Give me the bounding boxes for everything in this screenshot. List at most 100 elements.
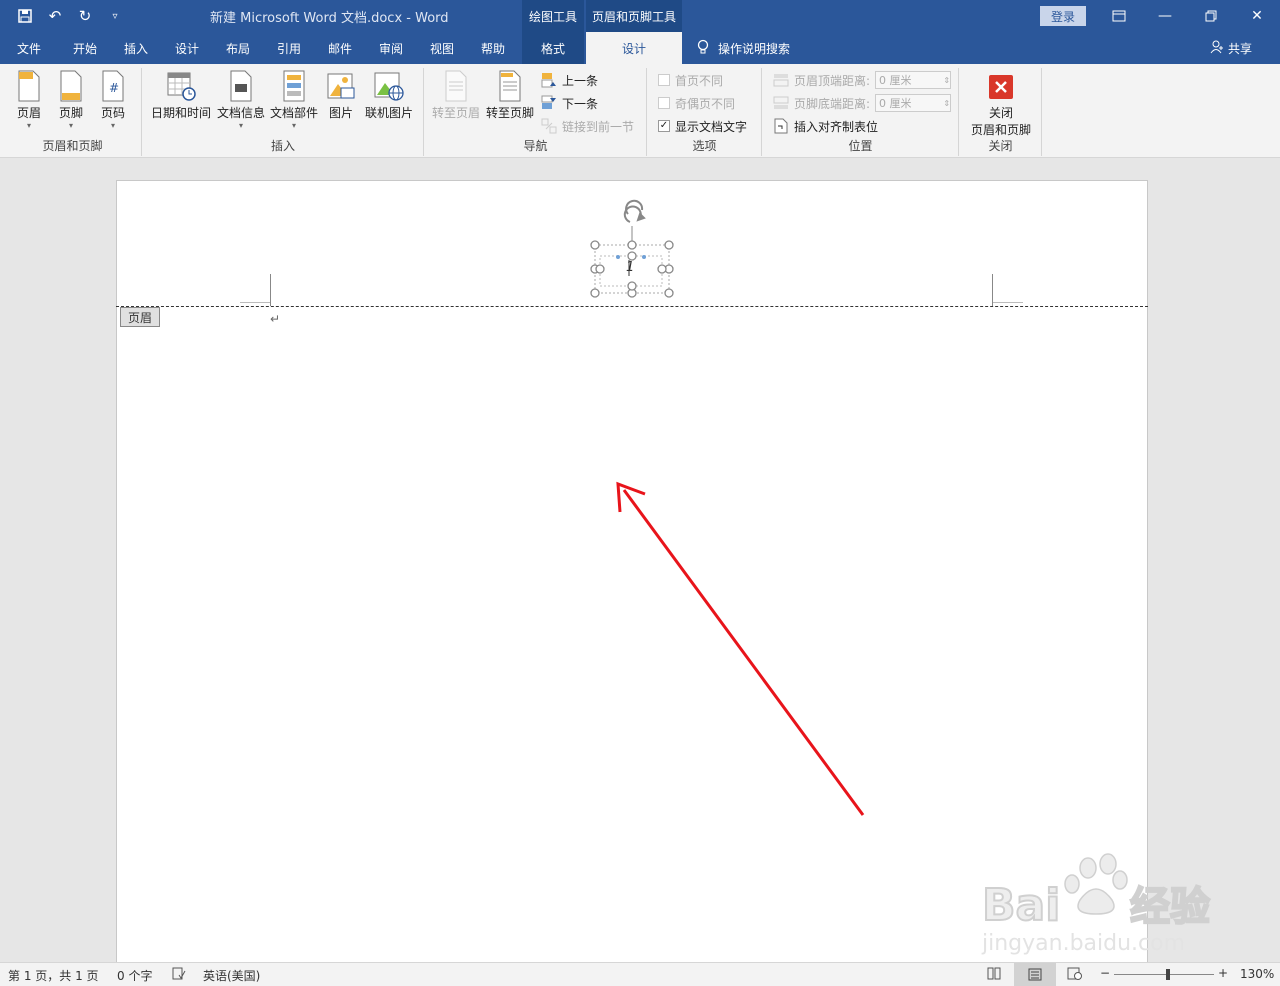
doc-parts-button[interactable]: 文档部件 ▾ — [269, 70, 319, 131]
doc-info-button[interactable]: 文档信息 ▾ — [215, 70, 267, 131]
page-number-textbox[interactable] — [586, 196, 682, 302]
header-button[interactable]: 页眉 ▾ — [12, 70, 46, 131]
svg-text:Bai: Bai — [982, 880, 1060, 931]
redo-icon[interactable]: ↻ — [74, 6, 96, 26]
print-layout-icon[interactable] — [1014, 963, 1056, 986]
restore-icon[interactable] — [1188, 0, 1234, 32]
align-tab-icon — [774, 118, 788, 134]
undo-icon[interactable]: ↶ — [44, 6, 66, 26]
tab-help[interactable]: 帮助 — [470, 32, 516, 64]
header-footer-tools-label: 页眉和页脚工具 — [586, 0, 682, 32]
save-icon[interactable] — [14, 6, 36, 26]
zoom-slider-track[interactable] — [1114, 974, 1214, 975]
header-position-icon — [773, 74, 789, 87]
title-bar: ↶ ↻ ▿ 新建 Microsoft Word 文档.docx - Word 绘… — [0, 0, 1280, 32]
ribbon-display-options-icon[interactable] — [1096, 0, 1142, 32]
proofing-icon[interactable] — [172, 967, 186, 983]
next-section-icon — [541, 95, 556, 109]
doc-info-icon — [230, 70, 252, 102]
svg-text:jingyan.baidu.com: jingyan.baidu.com — [981, 931, 1185, 956]
word-count-status[interactable]: 0 个字 — [117, 967, 152, 984]
goto-header-button[interactable]: 转至页眉 — [431, 70, 481, 121]
crop-mark — [240, 302, 270, 303]
tab-references[interactable]: 引用 — [266, 32, 312, 64]
checkbox-icon — [658, 97, 670, 109]
page-number-button[interactable]: # 页码 ▾ — [96, 70, 130, 131]
page-count-status[interactable]: 第 1 页，共 1 页 — [8, 967, 99, 984]
customize-qat-icon[interactable]: ▿ — [104, 6, 126, 26]
svg-text:经验: 经验 — [1130, 884, 1210, 930]
picture-button[interactable]: 图片 — [323, 70, 359, 121]
person-icon — [1210, 40, 1224, 57]
crop-mark — [993, 302, 1023, 303]
zoom-slider-thumb[interactable] — [1165, 969, 1170, 980]
group-label-close: 关闭 — [988, 139, 1013, 153]
tab-home[interactable]: 开始 — [60, 32, 110, 64]
online-picture-button[interactable]: 联机图片 — [363, 70, 415, 121]
picture-icon — [327, 73, 355, 99]
document-title: 新建 Microsoft Word 文档.docx - Word — [210, 11, 449, 26]
share-label: 共享 — [1228, 41, 1253, 56]
tab-mailings[interactable]: 邮件 — [316, 32, 364, 64]
footer-button[interactable]: 页脚 ▾ — [54, 70, 88, 131]
zoom-out-button[interactable]: − — [1100, 966, 1110, 980]
quick-parts-icon — [283, 70, 305, 102]
tab-review[interactable]: 审阅 — [368, 32, 414, 64]
tab-view[interactable]: 视图 — [418, 32, 466, 64]
header-icon — [18, 70, 40, 102]
tab-format[interactable]: 格式 — [522, 32, 584, 64]
ribbon: 页眉 ▾ 页脚 ▾ # 页码 ▾ 页眉和页脚 日期和时间 文档信息 ▾ 文档部件… — [0, 64, 1280, 222]
language-status[interactable]: 英语(美国) — [203, 967, 260, 984]
tab-layout[interactable]: 布局 — [214, 32, 262, 64]
previous-section-icon — [541, 73, 556, 88]
show-document-text-checkbox[interactable]: ✓ 显示文档文字 — [658, 116, 747, 136]
group-close: 关闭 页眉和页脚 关闭 — [960, 68, 1042, 156]
header-top-spinner[interactable]: 0 厘米 ⇕ — [875, 71, 952, 89]
page-number-text: 1 — [626, 260, 635, 275]
previous-button[interactable]: 上一条 — [541, 70, 598, 90]
calendar-clock-icon — [167, 72, 196, 101]
read-mode-icon[interactable] — [987, 967, 1001, 983]
group-navigation: 转至页眉 转至页脚 上一条 下一条 链接到前一节 导航 — [425, 68, 647, 156]
date-time-button[interactable]: 日期和时间 — [149, 70, 213, 121]
minimize-icon[interactable]: — — [1142, 0, 1188, 32]
zoom-in-button[interactable]: + — [1218, 966, 1228, 980]
share-button[interactable]: 共享 — [1210, 32, 1252, 64]
first-page-different-checkbox[interactable]: 首页不同 — [658, 70, 723, 90]
ribbon-tab-bar: 文件 开始 插入 设计 布局 引用 邮件 审阅 视图 帮助 格式 设计 操作说明… — [0, 32, 1280, 64]
tab-file[interactable]: 文件 — [6, 32, 52, 64]
next-button[interactable]: 下一条 — [541, 93, 598, 113]
tab-insert[interactable]: 插入 — [112, 32, 160, 64]
footer-bottom-spinner[interactable]: 0 厘米 ⇕ — [875, 94, 952, 112]
close-header-footer-button[interactable]: 关闭 页眉和页脚 — [964, 74, 1038, 138]
insert-alignment-tab-button[interactable]: 插入对齐制表位 — [773, 116, 878, 136]
group-label-options: 选项 — [692, 139, 717, 153]
link-icon — [541, 118, 557, 134]
zoom-level[interactable]: 130% — [1240, 967, 1274, 981]
crop-mark — [270, 274, 271, 306]
group-options: 首页不同 奇偶页不同 ✓ 显示文档文字 选项 — [648, 68, 762, 156]
login-button[interactable]: 登录 — [1040, 6, 1086, 26]
web-layout-icon[interactable] — [1067, 967, 1082, 983]
group-position: 页眉顶端距离: 0 厘米 ⇕ 页脚底端距离: 0 厘米 ⇕ 插入对齐制表位 位置 — [763, 68, 959, 156]
tell-me-search[interactable]: 操作说明搜索 — [696, 32, 790, 64]
tab-design[interactable]: 设计 — [164, 32, 210, 64]
spinner-arrows-icon[interactable]: ⇕ — [943, 76, 950, 85]
goto-footer-button[interactable]: 转至页脚 — [485, 70, 535, 121]
red-arrow-annotation — [616, 481, 865, 816]
link-previous-button[interactable]: 链接到前一节 — [541, 116, 634, 136]
footer-bottom-distance: 页脚底端距离: 0 厘米 ⇕ — [773, 93, 952, 113]
close-window-icon[interactable]: ✕ — [1234, 0, 1280, 32]
group-label-header-footer: 页眉和页脚 — [42, 139, 103, 153]
quick-access-toolbar: ↶ ↻ ▿ — [14, 6, 126, 26]
page-number-icon: # — [102, 70, 124, 102]
svg-text:#: # — [109, 81, 119, 95]
group-label-position: 位置 — [848, 139, 873, 153]
odd-even-different-checkbox[interactable]: 奇偶页不同 — [658, 93, 735, 113]
spinner-arrows-icon[interactable]: ⇕ — [943, 99, 950, 108]
tab-hf-design[interactable]: 设计 — [586, 32, 682, 64]
checkbox-icon — [658, 74, 670, 86]
footer-icon — [60, 70, 82, 102]
paragraph-mark: ↵ — [270, 312, 281, 326]
drawing-tools-label: 绘图工具 — [522, 0, 584, 32]
